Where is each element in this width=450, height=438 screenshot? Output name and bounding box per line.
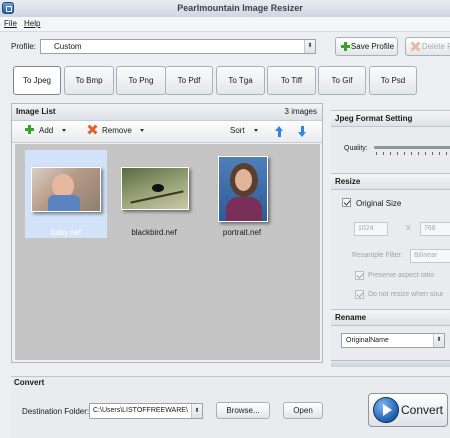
- tab-pdf[interactable]: To Pdf: [165, 66, 213, 95]
- delete-profile-label: Delete Pr: [421, 42, 450, 51]
- move-down-icon[interactable]: [297, 126, 308, 137]
- add-label: Add: [39, 126, 54, 135]
- jpeg-settings-title: Jpeg Format Setting: [335, 114, 413, 123]
- chevron-down-icon[interactable]: [140, 129, 145, 133]
- menu-bar: [0, 17, 450, 32]
- menu-file[interactable]: File: [4, 19, 17, 28]
- tab-psd[interactable]: To Psd: [369, 66, 417, 95]
- list-item[interactable]: blackbird.nef: [113, 150, 195, 238]
- no-resize-label: Do not resize when sour: [368, 291, 444, 298]
- image-list-title: Image List: [16, 107, 56, 116]
- convert-title: Convert: [14, 378, 45, 387]
- destination-label: Destination Folder:: [22, 407, 90, 416]
- no-resize-checkbox[interactable]: [355, 290, 364, 299]
- chevron-updown-icon[interactable]: ⬍: [191, 404, 202, 418]
- tab-gif[interactable]: To Gif: [318, 66, 366, 95]
- chevron-updown-icon[interactable]: ⬍: [433, 334, 444, 347]
- plus-icon: [25, 125, 34, 134]
- tab-bmp[interactable]: To Bmp: [64, 66, 114, 95]
- rename-value: OriginalName: [346, 337, 389, 344]
- remove-button[interactable]: Remove: [87, 125, 145, 135]
- list-item[interactable]: baby.nef: [25, 150, 107, 238]
- quality-label: Quality:: [344, 145, 368, 152]
- convert-label: Convert: [401, 403, 444, 417]
- window-title: Pearlmountain Image Resizer: [177, 3, 303, 13]
- quality-slider-ticks: [376, 152, 450, 155]
- rename-select[interactable]: OriginalName ⬍: [341, 333, 445, 348]
- original-size-checkbox[interactable]: [342, 198, 351, 207]
- image-count: 3 images: [284, 107, 317, 116]
- chevron-down-icon[interactable]: [253, 129, 258, 133]
- delete-profile-button[interactable]: Delete Pr: [405, 37, 450, 56]
- resample-label: Resample Filter:: [352, 252, 403, 259]
- filename-baby: baby.nef: [50, 228, 82, 237]
- quality-slider-track[interactable]: [374, 146, 450, 149]
- photo-portrait-thumbnail: [218, 156, 268, 222]
- panel-footer: [331, 360, 450, 367]
- add-button[interactable]: Add: [25, 125, 67, 135]
- photo-bird-thumbnail: [121, 167, 189, 210]
- preserve-aspect-label: Preserve aspect ratio: [368, 272, 435, 279]
- filename-portrait: portrait.nef: [222, 228, 262, 237]
- save-profile-label: Save Profile: [350, 42, 395, 51]
- tab-tiff[interactable]: To Tiff: [267, 66, 316, 95]
- baby-clothes: [48, 195, 80, 211]
- file-label: File: [4, 19, 17, 28]
- move-up-icon[interactable]: [274, 126, 285, 137]
- rename-title: Rename: [335, 313, 367, 322]
- original-size-label: Original Size: [356, 199, 402, 208]
- branch: [130, 190, 184, 204]
- list-item[interactable]: portrait.nef: [201, 150, 283, 238]
- bird-body: [152, 184, 164, 192]
- play-icon: [373, 397, 399, 423]
- height-input[interactable]: 768: [420, 222, 450, 236]
- photo-baby-thumbnail: [31, 167, 101, 212]
- tab-jpeg[interactable]: To Jpeg: [13, 66, 61, 95]
- width-input[interactable]: 1024: [354, 222, 388, 236]
- chevron-updown-icon[interactable]: ⬍: [304, 40, 315, 53]
- destination-value: C:\Users\LISTOFFREEWARE\: [93, 407, 188, 414]
- portrait-shoulders: [226, 197, 262, 221]
- browse-button[interactable]: Browse...: [216, 402, 270, 419]
- profile-value: Custom: [54, 42, 82, 51]
- portrait-face: [235, 169, 252, 191]
- save-profile-button[interactable]: Save Profile: [335, 37, 398, 56]
- filename-blackbird: blackbird.nef: [131, 228, 177, 237]
- remove-label: Remove: [102, 126, 132, 135]
- destination-folder-select[interactable]: C:\Users\LISTOFFREEWARE\ ⬍: [89, 403, 203, 419]
- sort-label: Sort: [230, 126, 245, 135]
- help-label: Help: [24, 19, 41, 28]
- resample-select[interactable]: Bilinear: [410, 249, 450, 263]
- profile-select[interactable]: Custom ⬍: [40, 39, 316, 54]
- open-button[interactable]: Open: [283, 402, 323, 419]
- x-label: X: [406, 225, 411, 232]
- tab-png[interactable]: To Png: [116, 66, 166, 95]
- chevron-down-icon[interactable]: [62, 129, 67, 133]
- sort-button[interactable]: Sort: [230, 126, 258, 135]
- remove-icon: [88, 125, 97, 134]
- preserve-aspect-checkbox[interactable]: [355, 271, 364, 280]
- profile-label: Profile:: [11, 42, 36, 51]
- plus-icon: [341, 42, 350, 51]
- delete-icon: [411, 42, 420, 51]
- resize-title: Resize: [335, 177, 361, 186]
- menu-help[interactable]: Help: [24, 19, 40, 28]
- tab-tga[interactable]: To Tga: [216, 66, 265, 95]
